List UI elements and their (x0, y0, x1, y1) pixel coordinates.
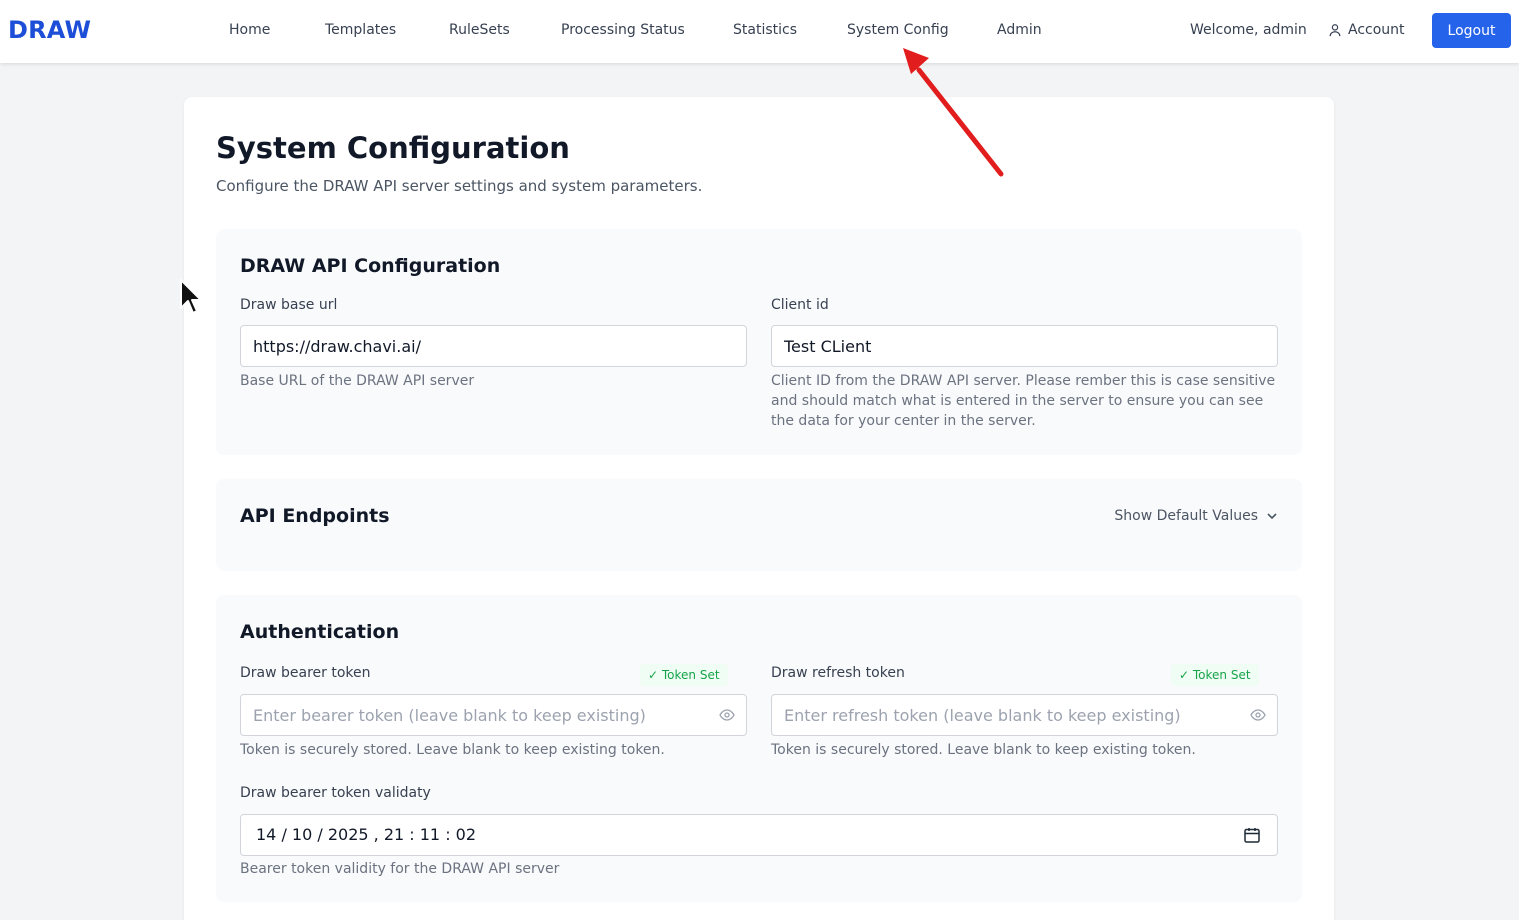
refresh-token-help: Token is securely stored. Leave blank to… (771, 742, 1196, 758)
top-navbar: DRAW Home Templates RuleSets Processing … (0, 0, 1519, 63)
eye-icon[interactable] (719, 707, 735, 723)
chevron-down-icon (1267, 513, 1277, 520)
nav-processing-status[interactable]: Processing Status (561, 22, 685, 38)
account-label: Account (1348, 22, 1405, 38)
logout-button[interactable]: Logout (1432, 13, 1511, 48)
client-id-input[interactable] (771, 325, 1278, 367)
refresh-token-input[interactable] (771, 694, 1278, 736)
bearer-token-help: Token is securely stored. Leave blank to… (240, 742, 665, 758)
api-config-section: DRAW API Configuration Draw base url Bas… (216, 229, 1302, 455)
account-link[interactable]: Account (1328, 22, 1405, 38)
api-endpoints-section: API Endpoints Show Default Values (216, 479, 1302, 571)
config-card: System Configuration Configure the DRAW … (184, 97, 1334, 920)
token-validity-datetime-input[interactable]: 14 / 10 / 2025 , 21 : 11 : 02 (240, 814, 1278, 856)
base-url-input[interactable] (240, 325, 747, 367)
api-config-title: DRAW API Configuration (240, 255, 501, 277)
authentication-section: Authentication Draw bearer token ✓ Token… (216, 595, 1302, 902)
nav-home[interactable]: Home (229, 22, 270, 38)
nav-system-config[interactable]: System Config (847, 22, 949, 38)
api-endpoints-title: API Endpoints (240, 505, 390, 527)
calendar-icon[interactable] (1243, 826, 1261, 844)
user-icon (1329, 24, 1341, 37)
bearer-token-label: Draw bearer token (240, 665, 371, 681)
authentication-title: Authentication (240, 621, 400, 643)
nav-rulesets[interactable]: RuleSets (449, 22, 510, 38)
eye-icon[interactable] (1250, 707, 1266, 723)
bearer-token-input[interactable] (240, 694, 747, 736)
page-title: System Configuration (216, 131, 570, 165)
nav-templates[interactable]: Templates (325, 22, 396, 38)
token-validity-help: Bearer token validity for the DRAW API s… (240, 861, 560, 877)
client-id-help: Client ID from the DRAW API server. Plea… (771, 373, 1276, 429)
token-validity-label: Draw bearer token validaty (240, 785, 431, 801)
page-subtitle: Configure the DRAW API server settings a… (216, 177, 703, 195)
base-url-label: Draw base url (240, 297, 338, 313)
bearer-token-status-badge: ✓ Token Set (640, 664, 728, 686)
welcome-text: Welcome, admin (1190, 22, 1307, 38)
nav-admin[interactable]: Admin (997, 22, 1042, 38)
client-id-label: Client id (771, 297, 829, 313)
show-default-values-label: Show Default Values (1114, 508, 1258, 524)
refresh-token-label: Draw refresh token (771, 665, 905, 681)
token-validity-value: 14 / 10 / 2025 , 21 : 11 : 02 (256, 825, 477, 844)
nav-statistics[interactable]: Statistics (733, 22, 797, 38)
base-url-help: Base URL of the DRAW API server (240, 373, 475, 389)
brand-logo[interactable]: DRAW (8, 16, 91, 44)
show-default-values-toggle[interactable]: Show Default Values (1114, 508, 1278, 524)
refresh-token-status-badge: ✓ Token Set (1171, 664, 1259, 686)
